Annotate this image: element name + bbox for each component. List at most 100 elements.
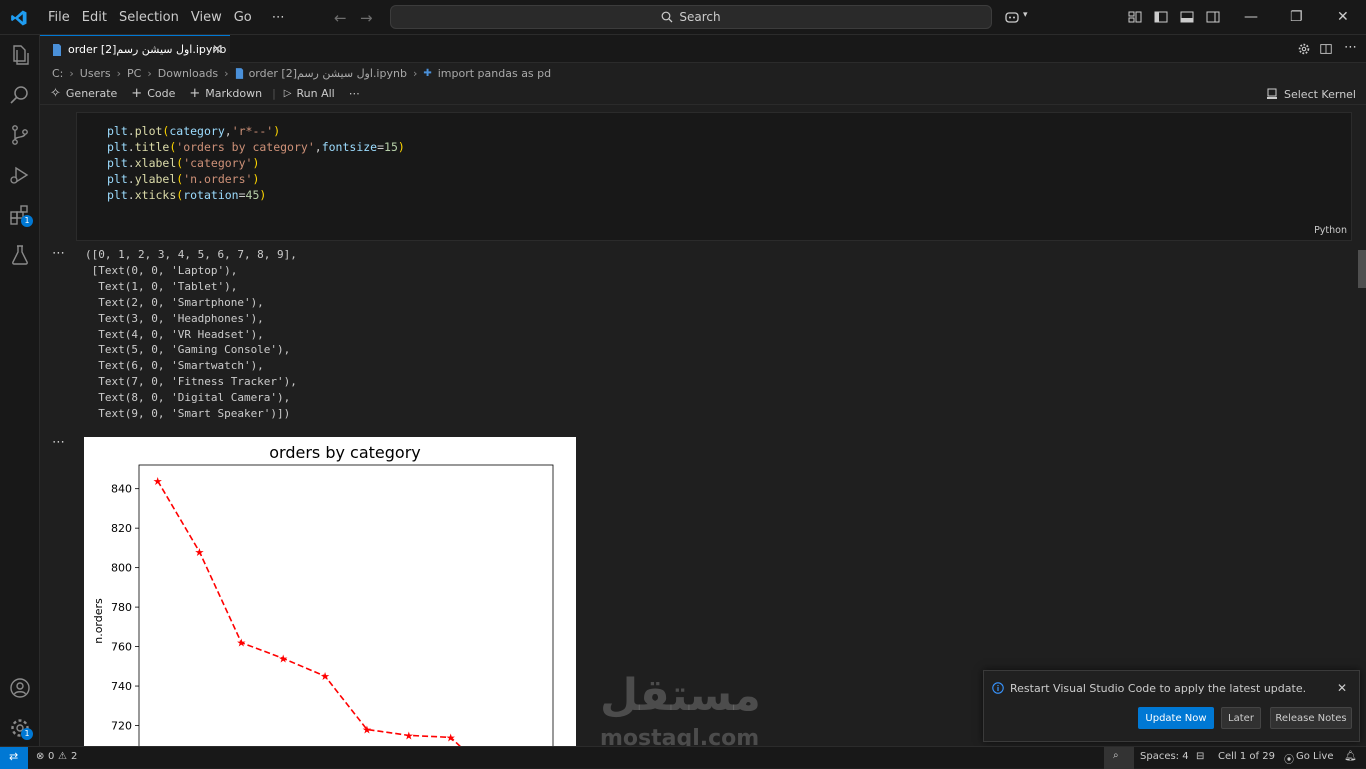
y-axis: 700720740760780800820840: [111, 483, 139, 733]
testing-flask-icon[interactable]: [8, 243, 32, 267]
menu-more[interactable]: ⋯: [266, 10, 291, 25]
line-chart: orders by category 700720740760780800820…: [92, 443, 554, 746]
data-point-star: ★: [320, 670, 330, 683]
layout-controls-icon[interactable]: [1127, 9, 1143, 25]
watermark-arabic: مستقل: [600, 670, 761, 721]
menu-view[interactable]: View: [185, 10, 228, 25]
notebook-toolbar: ✧ Generate + Code + Markdown | ▷ Run All ⋯ S…: [40, 83, 1366, 105]
editor-tab-bar: order [2]اول سيشن رسم.ipynb ✕ ⋯: [40, 35, 1366, 63]
code-cell[interactable]: plt.plot(category,'r*--') plt.title('ord…: [76, 112, 1352, 241]
error-count[interactable]: 0: [48, 751, 54, 762]
chevron-right-icon: ›: [412, 66, 418, 80]
notebook-icon: ⊟: [1196, 751, 1205, 762]
back-arrow-icon[interactable]: ←: [334, 9, 347, 27]
update-now-button[interactable]: Update Now: [1138, 707, 1214, 729]
notebook-settings-gear-icon[interactable]: [1297, 42, 1311, 56]
add-markdown-button[interactable]: + Markdown: [189, 86, 262, 101]
output-line: Text(7, 0, 'Fitness Tracker'),: [85, 375, 297, 389]
menu-file[interactable]: File: [42, 10, 76, 25]
data-point-star: ★: [195, 546, 205, 559]
output-line: Text(1, 0, 'Tablet'),: [85, 279, 238, 293]
forward-arrow-icon[interactable]: →: [360, 9, 373, 27]
search-view-icon[interactable]: [8, 83, 32, 107]
close-window-icon[interactable]: ✕: [1337, 9, 1349, 25]
code-editor[interactable]: plt.plot(category,'r*--') plt.title('ord…: [107, 123, 405, 203]
breadcrumb-users[interactable]: Users: [80, 67, 111, 80]
warning-count[interactable]: 2: [71, 751, 77, 762]
run-all-button[interactable]: ▷ Run All: [284, 87, 335, 100]
zoom-icon: ⌕: [1113, 750, 1119, 761]
output-line: ([0, 1, 2, 3, 4, 5, 6, 7, 8, 9],: [85, 248, 297, 261]
restore-icon[interactable]: ❐: [1290, 9, 1303, 25]
output-more-icon[interactable]: ⋯: [52, 246, 65, 261]
breadcrumb-file[interactable]: order [2]اول سيشن رسم.ipynb: [249, 67, 407, 80]
toggle-primary-sidebar-icon[interactable]: [1153, 9, 1169, 25]
menu-edit[interactable]: Edit: [76, 10, 113, 25]
later-button[interactable]: Later: [1221, 707, 1261, 729]
y-tick-label: 800: [111, 562, 132, 575]
select-kernel-label: Select Kernel: [1284, 87, 1356, 101]
cell-language-label[interactable]: Python: [1314, 225, 1347, 236]
menu-bar: File Edit Selection View Go ⋯: [42, 0, 291, 35]
run-debug-icon[interactable]: [8, 163, 32, 187]
data-point-star: ★: [278, 652, 288, 665]
scrollbar-thumb[interactable]: [1358, 250, 1366, 288]
menu-selection[interactable]: Selection: [113, 10, 185, 25]
minimize-icon[interactable]: —: [1244, 9, 1258, 25]
split-editor-icon[interactable]: [1319, 42, 1333, 56]
notification-close-icon[interactable]: ✕: [1337, 681, 1347, 695]
y-tick-label: 840: [111, 483, 132, 496]
breadcrumb-drive[interactable]: C:: [52, 67, 63, 80]
zoom-button[interactable]: ⌕: [1104, 747, 1134, 769]
data-point-star: ★: [153, 475, 163, 488]
select-kernel-button[interactable]: Select Kernel: [1266, 83, 1356, 105]
cell-position-status[interactable]: Cell 1 of 29: [1218, 751, 1275, 762]
run-all-label: Run All: [296, 87, 335, 100]
copilot-icon[interactable]: [1004, 9, 1020, 25]
remote-indicator[interactable]: ⇄: [0, 747, 28, 769]
breadcrumb-downloads[interactable]: Downloads: [158, 67, 218, 80]
source-control-icon[interactable]: [8, 123, 32, 147]
y-tick-label: 780: [111, 601, 132, 614]
add-code-button[interactable]: + Code: [131, 86, 175, 101]
plot-output: orders by category 700720740760780800820…: [84, 437, 576, 746]
indentation-status[interactable]: Spaces: 4: [1140, 751, 1189, 762]
breadcrumb-cell[interactable]: import pandas as pd: [438, 67, 551, 80]
toolbar-divider: |: [272, 87, 276, 100]
toolbar-more-button[interactable]: ⋯: [349, 87, 360, 100]
data-point-star: ★: [236, 637, 246, 650]
python-icon: ✚: [423, 67, 432, 79]
warning-icon[interactable]: ⚠: [58, 751, 67, 762]
search-box[interactable]: Search: [390, 5, 992, 29]
notifications-bell-icon[interactable]: 🔔︎: [1344, 751, 1357, 762]
output-line: Text(4, 0, 'VR Headset'),: [85, 327, 264, 341]
y-tick-label: 820: [111, 522, 132, 535]
explorer-icon[interactable]: [8, 43, 32, 67]
tab-close-icon[interactable]: ✕: [212, 42, 222, 56]
toggle-secondary-sidebar-icon[interactable]: [1205, 9, 1221, 25]
series-path: [156, 480, 461, 746]
y-tick-label: 760: [111, 641, 132, 654]
errors-icon[interactable]: ⊗: [36, 751, 44, 762]
chevron-right-icon: ›: [69, 66, 74, 80]
breadcrumb: C: › Users › PC › Downloads › order [2]اول س…: [52, 64, 551, 82]
editor-scrollbar[interactable]: [1354, 105, 1366, 746]
more-actions-icon[interactable]: ⋯: [1344, 40, 1357, 55]
tab-title: order [2]اول سيشن رسم.ipynb: [68, 43, 227, 56]
y-tick-label: 740: [111, 680, 132, 693]
menu-go[interactable]: Go: [228, 10, 258, 25]
accounts-icon[interactable]: [8, 676, 32, 700]
go-live-button[interactable]: Go Live: [1296, 751, 1333, 762]
copilot-chevron-down-icon[interactable]: ▾: [1023, 10, 1028, 20]
y-tick-label: 720: [111, 720, 132, 733]
generate-button[interactable]: ✧ Generate: [50, 86, 117, 101]
search-icon: [661, 11, 673, 23]
update-notification: Restart Visual Studio Code to apply the …: [983, 670, 1360, 742]
toggle-panel-icon[interactable]: [1179, 9, 1195, 25]
series-line: ★★★★★★★★★: [153, 475, 461, 746]
release-notes-button[interactable]: Release Notes: [1270, 707, 1352, 729]
settings-badge: 1: [21, 728, 33, 740]
output-more-icon[interactable]: ⋯: [52, 435, 65, 450]
breadcrumb-pc[interactable]: PC: [127, 67, 141, 80]
tab-notebook[interactable]: order [2]اول سيشن رسم.ipynb ✕: [40, 35, 230, 63]
